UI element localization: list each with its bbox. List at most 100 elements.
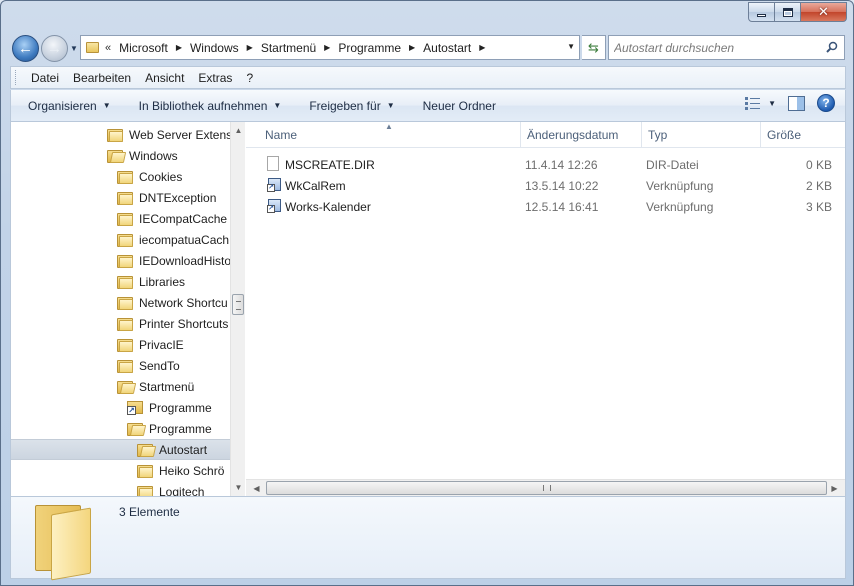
file-name: MSCREATE.DIR (285, 157, 375, 172)
tree-item[interactable]: IEDownloadHisto (117, 250, 231, 271)
close-button[interactable]: ✕ (801, 2, 847, 22)
minimize-button[interactable] (748, 2, 775, 22)
tree-item[interactable]: Startmenü (117, 376, 230, 397)
tree-item[interactable]: ↗ Programme (127, 397, 230, 418)
navigation-row: ← → ▼ « Microsoft ▶ Windows ▶ Startmenü ▶ Prog… (10, 33, 850, 63)
tree-item[interactable]: Cookies (117, 166, 230, 187)
tree-item[interactable]: Heiko Schrö (137, 460, 230, 481)
file-row[interactable]: MSCREATE.DIR 11.4.14 12:26 DIR-Datei 0 KB (265, 154, 835, 175)
file-date: 12.5.14 16:41 (525, 199, 599, 214)
tree-item[interactable]: Printer Shortcuts (117, 313, 230, 334)
command-button[interactable]: Freigeben für ▼ (301, 90, 402, 121)
folder-icon (117, 275, 133, 289)
command-bar: Organisieren ▼ In Bibliothek aufnehmen ▼ Fre… (10, 90, 846, 121)
tree-item[interactable]: SendTo (117, 355, 230, 376)
column-header-type[interactable]: Typ (642, 122, 761, 148)
menu-item[interactable]: Extras (191, 71, 239, 85)
breadcrumb: Microsoft ▶ Windows ▶ Startmenü ▶ Programme ▶ Au… (111, 41, 485, 55)
minimize-icon (757, 13, 766, 17)
tree-item[interactable]: Logitech (137, 481, 230, 496)
breadcrumb-item[interactable]: Microsoft ▶ (119, 41, 182, 55)
search-input[interactable] (614, 40, 814, 55)
tree-item[interactable]: IECompatCache (117, 208, 230, 229)
command-button[interactable]: Neuer Ordner (415, 90, 504, 121)
column-header-name[interactable]: Name (259, 122, 521, 148)
tree-item-label: Printer Shortcuts (139, 316, 229, 331)
tree-item[interactable]: Network Shortcu (117, 292, 230, 313)
dropdown-arrow-icon: ▼ (102, 101, 111, 110)
menu-item[interactable]: Ansicht (138, 71, 191, 85)
arrow-left-icon: ← (18, 40, 33, 57)
tree-item[interactable]: Web Server Extens (107, 124, 232, 145)
tree-item[interactable]: DNTException (117, 187, 230, 208)
tree-item[interactable]: Windows (107, 145, 230, 166)
maximize-button[interactable] (775, 2, 801, 22)
file-list-scrollbar[interactable]: ◀ ▶ (246, 479, 845, 496)
search-icon[interactable] (826, 41, 838, 53)
folder-large-icon (35, 501, 101, 581)
arrow-right-icon: → (47, 40, 62, 57)
menu-item[interactable]: Bearbeiten (66, 71, 138, 85)
folder-open-icon (107, 149, 127, 163)
details-pane: 3 Elemente (10, 497, 846, 581)
breadcrumb-separator-icon[interactable]: ▶ (479, 43, 485, 52)
preview-pane-icon[interactable] (788, 95, 805, 111)
tree-item[interactable]: Libraries (117, 271, 230, 292)
address-dropdown-icon[interactable]: ▼ (567, 42, 575, 51)
address-bar[interactable]: « Microsoft ▶ Windows ▶ Startmenü ▶ Programme ▶… (80, 35, 580, 60)
scroll-left-icon[interactable]: ◀ (248, 480, 265, 496)
breadcrumb-separator-icon[interactable]: ▶ (324, 43, 330, 52)
menu-item[interactable]: Datei (24, 71, 66, 85)
explorer-window: ✕ ← → ▼ « Microsoft ▶ Windows ▶ Startmenü ▶ Pr… (0, 0, 854, 586)
breadcrumb-item[interactable]: Autostart ▶ (423, 41, 485, 55)
command-button[interactable]: Organisieren ▼ (20, 90, 119, 121)
command-button[interactable]: In Bibliothek aufnehmen ▼ (131, 90, 290, 121)
help-icon[interactable]: ? (817, 94, 835, 112)
shortcut-folder-icon: ↗ (127, 400, 143, 415)
horizontal-scroll-thumb[interactable] (266, 481, 827, 495)
document-icon (267, 156, 281, 172)
shortcut-icon: ↗ (267, 198, 281, 214)
file-row[interactable]: ↗ WkCalRem 13.5.14 10:22 Verknüpfung 2 KB (265, 175, 835, 196)
refresh-button[interactable]: ⇆ (582, 35, 606, 60)
column-header-size[interactable]: Größe (761, 122, 845, 148)
menu-items: Datei Bearbeiten Ansicht Extras? (24, 71, 260, 85)
folder-open-icon (117, 380, 137, 394)
tree-item-label: PrivacIE (139, 337, 184, 352)
folder-icon (107, 128, 123, 142)
scroll-thumb[interactable] (232, 294, 244, 315)
scroll-up-icon[interactable]: ▲ (231, 122, 245, 139)
breadcrumb-separator-icon[interactable]: ▶ (247, 43, 253, 52)
change-view-button[interactable]: ▼ (744, 96, 776, 110)
scroll-right-icon[interactable]: ▶ (826, 480, 843, 496)
file-row[interactable]: ↗ Works-Kalender 12.5.14 16:41 Verknüpfung 3… (265, 196, 835, 217)
breadcrumb-item[interactable]: Programme ▶ (338, 41, 415, 55)
breadcrumb-item[interactable]: Windows ▶ (190, 41, 253, 55)
scroll-down-icon[interactable]: ▼ (231, 479, 245, 496)
tree-item-label: Logitech (159, 484, 205, 497)
tree-item[interactable]: Programme (127, 418, 230, 439)
item-count: 3 Elemente (119, 505, 180, 519)
menu-bar: Datei Bearbeiten Ansicht Extras? (10, 66, 846, 89)
back-button[interactable]: ← (12, 35, 39, 62)
folder-open-icon (127, 422, 147, 436)
column-header-date[interactable]: Änderungsdatum (521, 122, 642, 148)
tree-item[interactable]: iecompatuaCach (117, 229, 230, 250)
breadcrumb-separator-icon[interactable]: ▶ (176, 43, 182, 52)
menu-item[interactable]: ? (239, 71, 260, 85)
tree-item-label: Heiko Schrö (159, 463, 225, 478)
breadcrumb-separator-icon[interactable]: ▶ (409, 43, 415, 52)
file-type: DIR-Datei (646, 157, 699, 172)
breadcrumb-label: Autostart (423, 40, 472, 55)
forward-button[interactable]: → (41, 35, 68, 62)
recent-pages-button[interactable]: ▼ (70, 44, 80, 54)
folder-open-icon (137, 443, 157, 457)
file-type: Verknüpfung (646, 199, 714, 214)
tree-item[interactable]: Autostart (11, 439, 230, 460)
navigation-scrollbar[interactable]: ▲ ▼ (230, 122, 245, 496)
tree-item[interactable]: PrivacIE (117, 334, 230, 355)
search-box[interactable] (608, 35, 845, 60)
view-list-icon (745, 97, 761, 110)
chevron-down-icon: ▼ (70, 44, 78, 53)
breadcrumb-item[interactable]: Startmenü ▶ (261, 41, 331, 55)
